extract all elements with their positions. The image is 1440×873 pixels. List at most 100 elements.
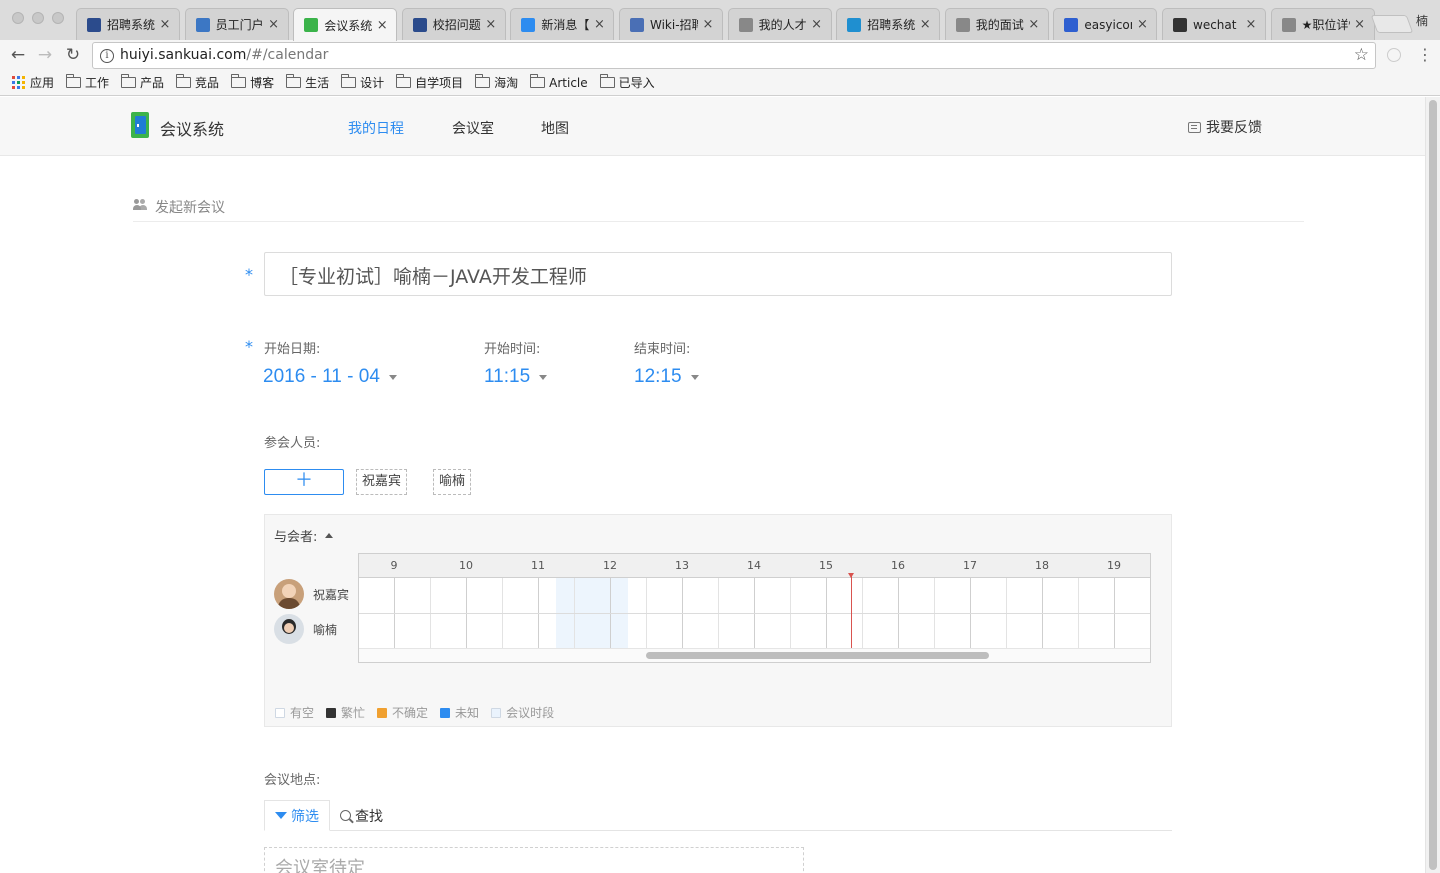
scrollbar-thumb[interactable] [646,652,989,659]
nav-map[interactable]: 地图 [541,118,569,138]
close-icon[interactable]: × [811,17,823,32]
door-icon [304,18,319,32]
close-icon[interactable]: × [1354,17,1366,32]
browser-tab[interactable]: ★职位详情 × [1270,8,1375,40]
tab-title: ★职位详情 [1301,18,1350,32]
bookmark-item[interactable]: 自学项目 [396,74,463,91]
bookmark-item[interactable]: 应用 [12,74,54,91]
bookmark-item[interactable]: Article [530,74,588,90]
browser-tab[interactable]: 招聘系统 × [76,8,180,40]
chrome-menu-icon[interactable]: ⋮ [1417,45,1433,65]
close-icon[interactable]: × [376,18,388,33]
tab-search[interactable]: 查找 [330,800,393,831]
attendee-chip[interactable]: 喻楠 [433,469,472,495]
reload-icon[interactable]: ↻ [62,44,84,66]
octocat-icon [1173,17,1187,32]
close-icon[interactable]: × [593,17,605,32]
page-scrollbar[interactable] [1425,97,1440,873]
minimize-window-button[interactable] [32,12,44,24]
site-info-icon[interactable]: i [100,49,114,63]
feedback-link[interactable]: 我要反馈 [1188,117,1262,137]
zoom-window-button[interactable] [52,12,64,24]
folder-icon [66,74,82,88]
browser-tab[interactable]: Wiki-招聘 × [619,8,723,40]
close-icon[interactable]: × [1028,17,1040,32]
nav-my-schedule[interactable]: 我的日程 [348,118,404,138]
browser-tab[interactable]: easyicon × [1053,8,1158,40]
close-icon[interactable]: × [1136,17,1148,32]
legend-swatch [491,707,502,718]
timeline-scrollbar[interactable] [359,648,1150,662]
tab-title: 员工门户 [215,18,264,32]
legend-label: 繁忙 [341,706,366,720]
room-placeholder[interactable]: 会议室待定 [264,847,804,873]
browser-tab[interactable]: 员工门户 × [184,8,289,40]
tab-search-label: 查找 [355,808,383,825]
close-icon[interactable]: × [485,17,497,32]
start-date-picker[interactable]: 2016 - 11 - 04 [263,366,397,388]
bookmark-item[interactable]: 竞品 [176,74,219,91]
attendee-name: 喻楠 [313,622,338,637]
chevron-down-icon [388,374,397,380]
nav-meeting-rooms[interactable]: 会议室 [452,118,494,138]
profile-button[interactable]: 楠 [1416,12,1428,29]
browser-tab[interactable]: 招聘系统 × [836,8,941,40]
back-arrow-icon[interactable]: ← [7,44,29,66]
hour-label: 15 [819,559,833,572]
bookmark-item[interactable]: 设计 [341,74,384,91]
door-logo-icon[interactable] [131,112,151,138]
bookmark-item[interactable]: 生活 [286,74,329,91]
m-icon [521,17,536,32]
meeting-title-input[interactable]: ［专业初试］喻楠－JAVA开发工程师 [264,252,1172,296]
extension-icon[interactable] [1387,48,1401,62]
bookmark-item[interactable]: 海淘 [475,74,518,91]
legend-item: 不确定 [377,704,428,721]
scrollbar-thumb[interactable] [1429,100,1437,870]
hour-label: 19 [1107,559,1121,572]
bookmark-star-icon[interactable]: ☆ [1354,45,1369,65]
tab-title: 校招问题 [432,18,481,32]
browser-tab[interactable]: wechat m × [1162,8,1266,40]
add-attendee-button[interactable]: ＋ [264,469,344,495]
bookmark-item[interactable]: 博客 [231,74,274,91]
new-tab-button[interactable] [1370,15,1414,33]
close-icon[interactable]: × [268,17,280,32]
bookmark-label: 自学项目 [415,76,464,90]
tab-title: 招聘系统 [107,18,155,32]
address-bar[interactable]: i huiyi.sankuai.com/#/calendar ☆ [92,42,1376,69]
close-icon[interactable]: × [919,17,931,32]
hour-label: 17 [963,559,977,572]
browser-tab[interactable]: 我的面试 × [944,8,1049,40]
close-icon[interactable]: × [1245,17,1257,32]
start-time-value: 11:15 [484,366,531,387]
browser-tab[interactable]: 新消息【2× [510,8,615,40]
hour-label: 16 [891,559,905,572]
legend-item: 繁忙 [326,704,365,721]
forward-arrow-icon[interactable]: → [34,44,56,66]
browser-tab[interactable]: 会议系统 × [293,8,398,41]
bookmark-item[interactable]: 产品 [121,74,164,91]
availability-panel: 与会者: 祝嘉宾 喻楠 9 10 11 12 13 14 15 16 17 18 19 有空 繁忙 不确… [264,514,1172,727]
app-name[interactable]: 会议系统 [160,116,224,140]
bookmark-item[interactable]: 工作 [66,74,109,91]
people-icon [133,199,147,211]
tab-filter[interactable]: 筛选 [264,800,330,831]
browser-toolbar: ← → ↻ i huiyi.sankuai.com/#/calendar ☆ ⋮ [0,40,1440,70]
apps-grid-icon [12,76,25,89]
close-icon[interactable]: × [159,17,171,32]
availability-toggle[interactable]: 与会者: [274,526,334,545]
availability-timeline[interactable]: 9 10 11 12 13 14 15 16 17 18 19 [358,553,1151,663]
hour-label: 12 [603,559,617,572]
paw-icon [1064,17,1079,32]
close-icon[interactable]: × [702,17,714,32]
x-icon [412,17,427,32]
hour-label: 14 [747,559,761,572]
browser-tab[interactable]: 校招问题 × [401,8,506,40]
close-window-button[interactable] [12,12,24,24]
bookmark-item[interactable]: 已导入 [599,74,655,91]
start-time-picker[interactable]: 11:15 [484,366,548,388]
end-time-picker[interactable]: 12:15 [634,366,699,388]
browser-tab[interactable]: 我的人才 × [727,8,832,40]
attendee-chip[interactable]: 祝嘉宾 [356,469,408,495]
chevron-down-icon [690,374,699,380]
